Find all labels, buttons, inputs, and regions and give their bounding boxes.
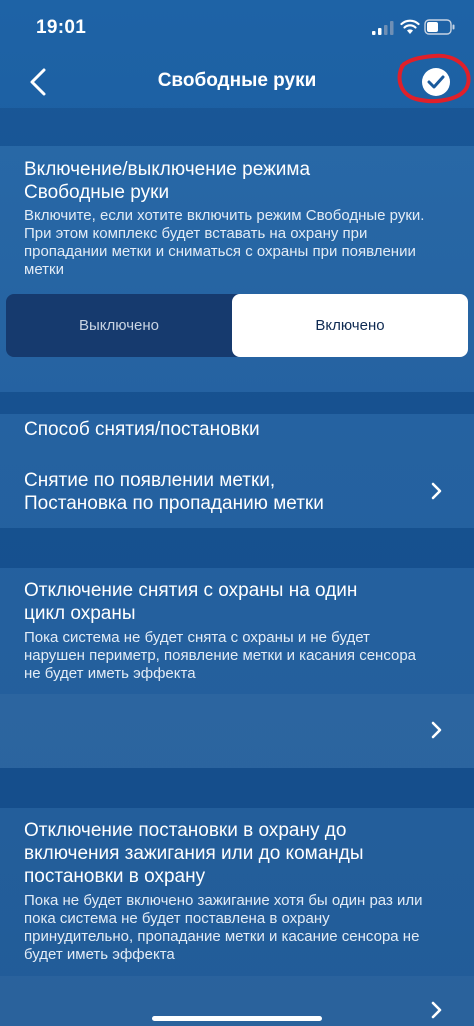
mode-desc-line: метки <box>24 261 64 278</box>
segment-on-button[interactable]: Включено <box>232 294 468 357</box>
nav-bar: Свободные руки <box>0 56 474 108</box>
method-value-line: Снятие по появлении метки, <box>24 470 276 491</box>
mode-segmented-control: Выключено Включено <box>6 294 468 357</box>
mode-desc-line: пропадании метки и сниматься с охраны пр… <box>24 243 416 260</box>
disarm-title-line: Отключение снятия с охраны на один <box>24 580 358 601</box>
page-title: Свободные руки <box>157 70 317 91</box>
section-spacer <box>0 528 474 568</box>
mode-title-line: Включение/выключение режима <box>24 159 311 180</box>
chevron-right-icon <box>431 482 442 500</box>
signal-icon <box>372 21 394 35</box>
section-spacer <box>0 108 474 146</box>
ignition-desc-line: будет иметь эффекта <box>24 946 175 963</box>
ignition-desc-line: пока система не будет поставлена в охран… <box>24 910 330 927</box>
status-bar: 19:01 <box>0 0 474 56</box>
disarm-desc-line: не будет иметь эффекта <box>24 665 196 682</box>
section-spacer <box>0 768 474 808</box>
home-indicator <box>152 1016 322 1021</box>
mode-desc-line: Включите, если хотите включить режим Сво… <box>24 207 425 224</box>
ignition-title-line: Отключение постановки в охрану до <box>24 820 347 841</box>
ignition-desc-line: Пока не будет включено зажигание хотя бы… <box>24 892 423 909</box>
segment-off-button[interactable]: Выключено <box>6 294 232 357</box>
chevron-right-icon <box>431 1001 442 1019</box>
ignition-title-line: постановки в охрану <box>24 866 206 887</box>
check-circle-icon <box>427 75 445 89</box>
method-title: Способ снятия/постановки <box>24 419 260 440</box>
status-time: 19:01 <box>36 17 87 38</box>
disarm-title-line: цикл охраны <box>24 603 136 624</box>
disarm-select-row[interactable] <box>0 694 474 768</box>
ignition-desc-line: принудительно, пропадание метки и касани… <box>24 928 420 945</box>
section-spacer <box>0 392 474 414</box>
ignition-title-line: включения зажигания или до команды <box>24 843 364 864</box>
battery-icon <box>424 19 455 35</box>
chevron-right-icon <box>431 721 442 739</box>
disarm-desc-line: Пока система не будет снята с охраны и н… <box>24 629 370 646</box>
method-select-row[interactable]: Снятие по появлении метки, Постановка по… <box>0 456 474 528</box>
method-value-line: Постановка по пропаданию метки <box>24 493 324 514</box>
disarm-desc-line: нарушен периметр, появление метки и каса… <box>24 647 417 664</box>
confirm-button[interactable] <box>422 68 450 96</box>
mode-title-line: Свободные руки <box>24 182 170 203</box>
wifi-icon <box>400 19 420 34</box>
mode-desc-line: При этом комплекс будет вставать на охра… <box>24 225 368 242</box>
